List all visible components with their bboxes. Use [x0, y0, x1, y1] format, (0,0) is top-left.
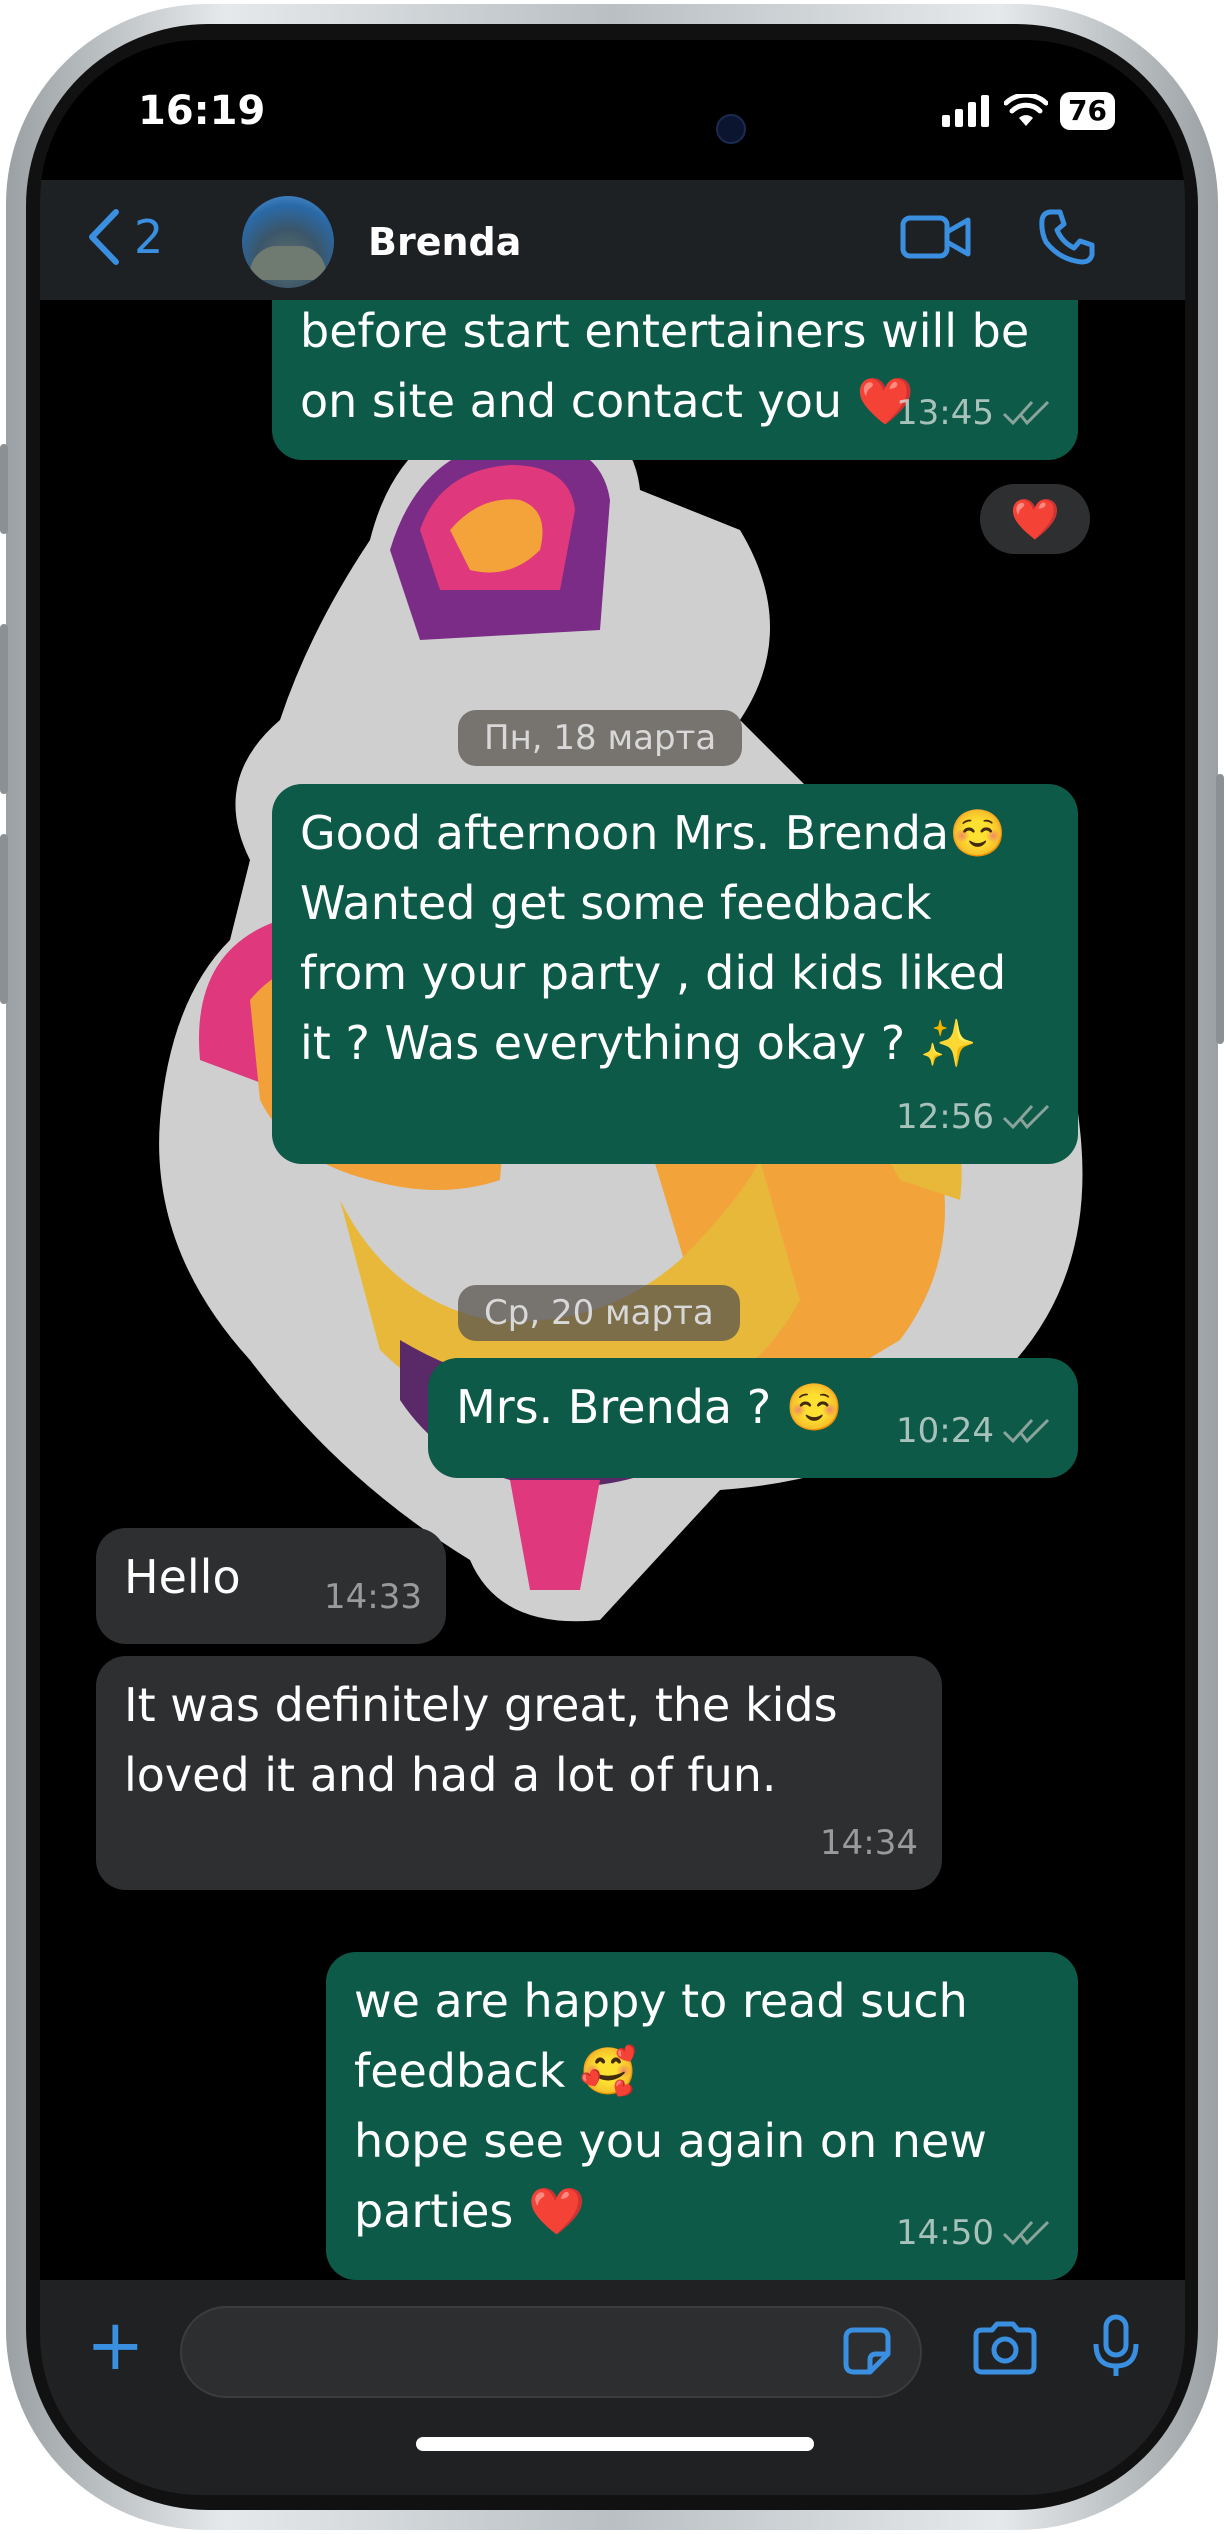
chat-area[interactable]: before start entertainers will be on sit…	[40, 300, 1185, 2280]
status-bar: 16:19 76	[40, 40, 1185, 180]
message-meta: 10:24	[896, 1396, 1054, 1466]
read-checkmarks-icon	[1002, 400, 1050, 426]
screen: 16:19 76 2 Brenda before start entertain…	[40, 40, 1185, 2495]
chevron-left-icon	[89, 209, 119, 265]
battery-indicator: 76	[1060, 92, 1115, 130]
message-incoming[interactable]: It was definitely great, the kids loved …	[96, 1656, 942, 1890]
cellular-signal-icon	[942, 95, 990, 127]
sticker-icon[interactable]	[840, 2324, 894, 2378]
message-time: 14:34	[820, 1823, 918, 1863]
message-meta: 14:33	[324, 1562, 422, 1632]
dynamic-island	[442, 74, 792, 180]
message-text-line: It was definitely great, the kids	[124, 1678, 838, 1732]
message-text-line: we are happy to read such	[354, 1974, 968, 2028]
message-reaction[interactable]: ❤️	[980, 484, 1090, 554]
silent-switch	[0, 444, 8, 534]
phone-frame: 16:19 76 2 Brenda before start entertain…	[0, 4, 1224, 2530]
message-text-line: Good afternoon Mrs. Brenda☺️	[300, 806, 1007, 860]
message-outgoing[interactable]: we are happy to read such feedback 🥰 hop…	[326, 1952, 1078, 2280]
message-text-line: it ? Was everything okay ? ✨	[300, 1016, 978, 1070]
message-meta: 14:50	[896, 2198, 1054, 2268]
status-time: 16:19	[138, 88, 266, 134]
date-separator: Пн, 18 марта	[458, 710, 743, 766]
message-text-line: loved it and had a lot of fun.	[124, 1748, 777, 1802]
message-text-line: feedback 🥰	[354, 2044, 638, 2098]
message-time: 10:24	[896, 1411, 994, 1451]
message-time: 14:33	[324, 1577, 422, 1617]
message-input[interactable]	[180, 2306, 922, 2398]
wifi-icon	[1004, 94, 1049, 126]
message-outgoing[interactable]: Good afternoon Mrs. Brenda☺️ Wanted get …	[272, 784, 1078, 1164]
date-separator: Ср, 20 марта	[458, 1285, 740, 1341]
message-outgoing[interactable]: Mrs. Brenda ? ☺️ 10:24	[428, 1358, 1078, 1478]
front-camera-icon	[716, 114, 746, 144]
power-button	[1216, 774, 1224, 1044]
message-meta: 12:56	[896, 1082, 1054, 1152]
message-input-bar: +	[40, 2280, 1185, 2495]
unread-count: 2	[134, 210, 164, 264]
microphone-icon[interactable]	[1092, 2314, 1140, 2380]
status-icons: 76	[942, 92, 1115, 130]
read-checkmarks-icon	[1002, 1104, 1050, 1130]
message-time: 14:50	[896, 2213, 994, 2253]
video-call-icon[interactable]	[900, 212, 972, 262]
plus-icon[interactable]: +	[86, 2310, 145, 2380]
message-text-line: hope see you again on new	[354, 2114, 987, 2168]
message-text-line: Wanted get some feedback	[300, 876, 932, 930]
volume-up-button	[0, 624, 8, 794]
message-incoming[interactable]: Hello 14:33	[96, 1528, 446, 1644]
contact-avatar[interactable]	[242, 196, 334, 288]
message-outgoing[interactable]: before start entertainers will be on sit…	[272, 300, 1078, 460]
read-checkmarks-icon	[1002, 2220, 1050, 2246]
back-button[interactable]: 2	[86, 208, 163, 266]
read-checkmarks-icon	[1002, 1418, 1050, 1444]
message-meta: 14:34	[820, 1808, 918, 1878]
message-text-line: from your party , did kids liked	[300, 946, 1007, 1000]
volume-down-button	[0, 834, 8, 1004]
message-time: 13:45	[896, 393, 994, 433]
chat-header: 2 Brenda	[40, 180, 1185, 300]
message-meta: 13:45	[896, 378, 1054, 448]
contact-name[interactable]: Brenda	[368, 220, 521, 264]
home-indicator[interactable]	[416, 2437, 814, 2451]
camera-icon[interactable]	[972, 2320, 1038, 2376]
message-text-line: before start entertainers will be	[300, 304, 1030, 358]
voice-call-icon[interactable]	[1038, 208, 1096, 266]
message-time: 12:56	[896, 1097, 994, 1137]
